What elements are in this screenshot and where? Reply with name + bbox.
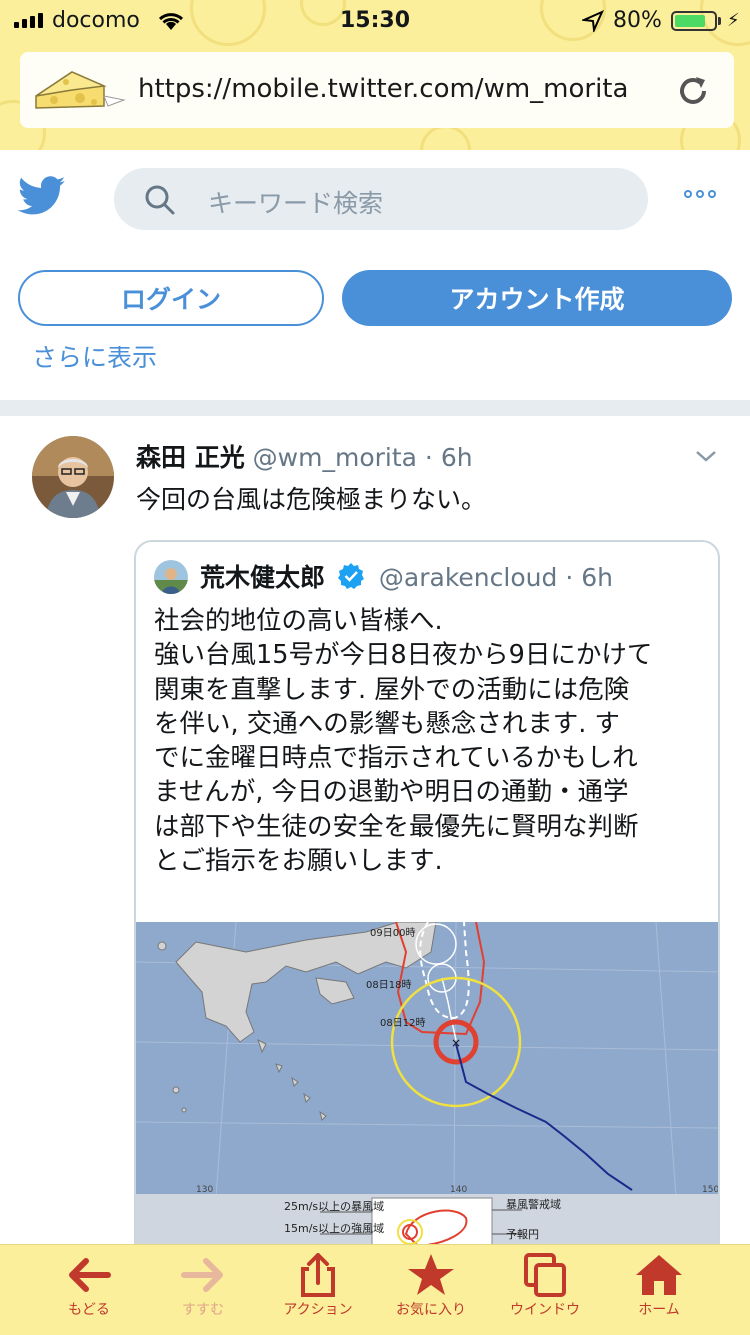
address-bar[interactable]: https://mobile.twitter.com/wm_morita: [20, 52, 734, 128]
favorites-button[interactable]: お気に入り: [374, 1253, 488, 1319]
reload-icon[interactable]: [676, 74, 710, 112]
back-button[interactable]: もどる: [32, 1253, 146, 1319]
home-icon: [636, 1255, 682, 1295]
charging-icon: ⚡: [727, 10, 740, 31]
action-label: アクション: [283, 1302, 353, 1318]
forward-button[interactable]: すすむ: [146, 1253, 260, 1319]
location-arrow-icon: [580, 10, 604, 37]
quoted-header: 荒木健太郎 @arakencloud · 6h: [200, 558, 613, 596]
quoted-text-line: ませんが, 今日の退勤や明日の通勤・通学: [154, 777, 629, 808]
quoted-text-line: 強い台風15号が今日8日夜から9日にかけて: [154, 640, 653, 671]
map-label: 08日12時: [380, 1017, 425, 1029]
author-name[interactable]: 森田 正光: [136, 443, 245, 472]
quoted-tweet[interactable]: 荒木健太郎 @arakencloud · 6h 社会的地位の高い皆様へ. 強い台…: [134, 540, 720, 1244]
windows-button[interactable]: ウインドウ: [488, 1253, 602, 1319]
back-label: もどる: [68, 1302, 110, 1318]
quoted-author-name[interactable]: 荒木健太郎: [200, 563, 325, 592]
quoted-dot-separator: ·: [565, 563, 574, 592]
quoted-text: 社会的地位の高い皆様へ. 強い台風15号が今日8日夜から9日にかけて 関東を直撃…: [154, 604, 714, 878]
tweet-text: 今回の台風は危険極まりない。: [136, 485, 487, 514]
map-legend: 15m/s以上の強風域: [284, 1222, 384, 1235]
axis-tick: 130: [196, 1185, 213, 1195]
quoted-text-line: 社会的地位の高い皆様へ.: [154, 606, 443, 636]
favorites-label: お気に入り: [396, 1302, 466, 1318]
map-label: 08日18時: [366, 979, 411, 991]
forward-arrow-icon: [181, 1258, 223, 1292]
avatar[interactable]: [32, 436, 114, 518]
author-handle[interactable]: @wm_morita: [253, 443, 417, 472]
quoted-time[interactable]: 6h: [581, 563, 613, 592]
quoted-text-line: でに金曜日時点で指示されているかもしれ: [154, 743, 638, 774]
tweet[interactable]: 森田 正光 @wm_morita · 6h 今回の台風は危険極まりない。 荒木健…: [0, 416, 750, 1244]
quoted-text-line: は部下や生徒の安全を最優先に賢明な判断: [154, 811, 639, 842]
chevron-down-icon[interactable]: [694, 448, 718, 468]
share-icon: [301, 1253, 335, 1297]
browser-toolbar: もどる すすむ アクション お気に入り ウインドウ ホーム: [0, 1244, 750, 1335]
battery-icon: [671, 11, 717, 31]
map-legend: 予報円: [506, 1228, 539, 1241]
axis-tick: 150: [702, 1185, 719, 1195]
axis-tick: 140: [450, 1185, 467, 1195]
timeline: さらに表示 森田 正光 @wm_morita · 6h 今回の台風は危険極まりな…: [0, 346, 750, 1244]
map-label: 09日00時: [370, 927, 415, 939]
forward-label: すすむ: [182, 1302, 224, 1318]
quoted-text-line: を伴い, 交通への影響も懸念されます. す: [154, 708, 620, 739]
star-icon: [408, 1254, 454, 1295]
back-arrow-icon: [69, 1258, 111, 1292]
battery-percent: 80%: [613, 8, 662, 33]
search-box[interactable]: キーワード検索: [114, 168, 648, 230]
signup-button[interactable]: アカウント作成: [342, 270, 732, 326]
home-button[interactable]: ホーム: [602, 1253, 716, 1319]
map-legend: 暴風警戒域: [506, 1197, 561, 1211]
typhoon-map-image[interactable]: × 09日00時 08日18時 08日12時 130 140 150 25m/s…: [136, 921, 719, 1244]
windows-icon: [524, 1253, 566, 1297]
tweet-header: 森田 正光 @wm_morita · 6h: [136, 438, 473, 474]
dot-separator: ·: [424, 443, 433, 472]
quoted-avatar[interactable]: [154, 560, 188, 594]
browser-chrome: docomo 15:30 80% ⚡ https://mobile.twitte…: [0, 0, 750, 150]
search-input[interactable]: キーワード検索: [208, 184, 383, 220]
map-legend: 25m/s以上の暴風域: [284, 1200, 384, 1213]
windows-label: ウインドウ: [510, 1302, 580, 1318]
timeline-separator: [0, 400, 750, 416]
action-button[interactable]: アクション: [261, 1253, 375, 1319]
search-icon: [144, 184, 176, 220]
verified-badge-icon: [337, 562, 365, 596]
show-more-link[interactable]: さらに表示: [32, 346, 157, 374]
more-options-icon[interactable]: [684, 190, 716, 198]
cheese-logo-icon: [32, 66, 128, 116]
quoted-text-line: 関東を直撃します. 屋外での活動には危険: [154, 674, 630, 705]
status-bar: docomo 15:30 80% ⚡: [0, 0, 750, 42]
twitter-header: キーワード検索 ログイン アカウント作成: [0, 150, 750, 348]
quoted-text-line: とご指示をお願いします.: [154, 846, 443, 877]
login-button[interactable]: ログイン: [18, 270, 324, 326]
quoted-author-handle[interactable]: @arakencloud: [379, 563, 557, 592]
tweet-time[interactable]: 6h: [441, 443, 473, 472]
twitter-bird-icon[interactable]: [17, 176, 66, 220]
home-label: ホーム: [638, 1302, 680, 1318]
url-text[interactable]: https://mobile.twitter.com/wm_morita: [138, 74, 628, 104]
battery-tip: [718, 17, 721, 25]
